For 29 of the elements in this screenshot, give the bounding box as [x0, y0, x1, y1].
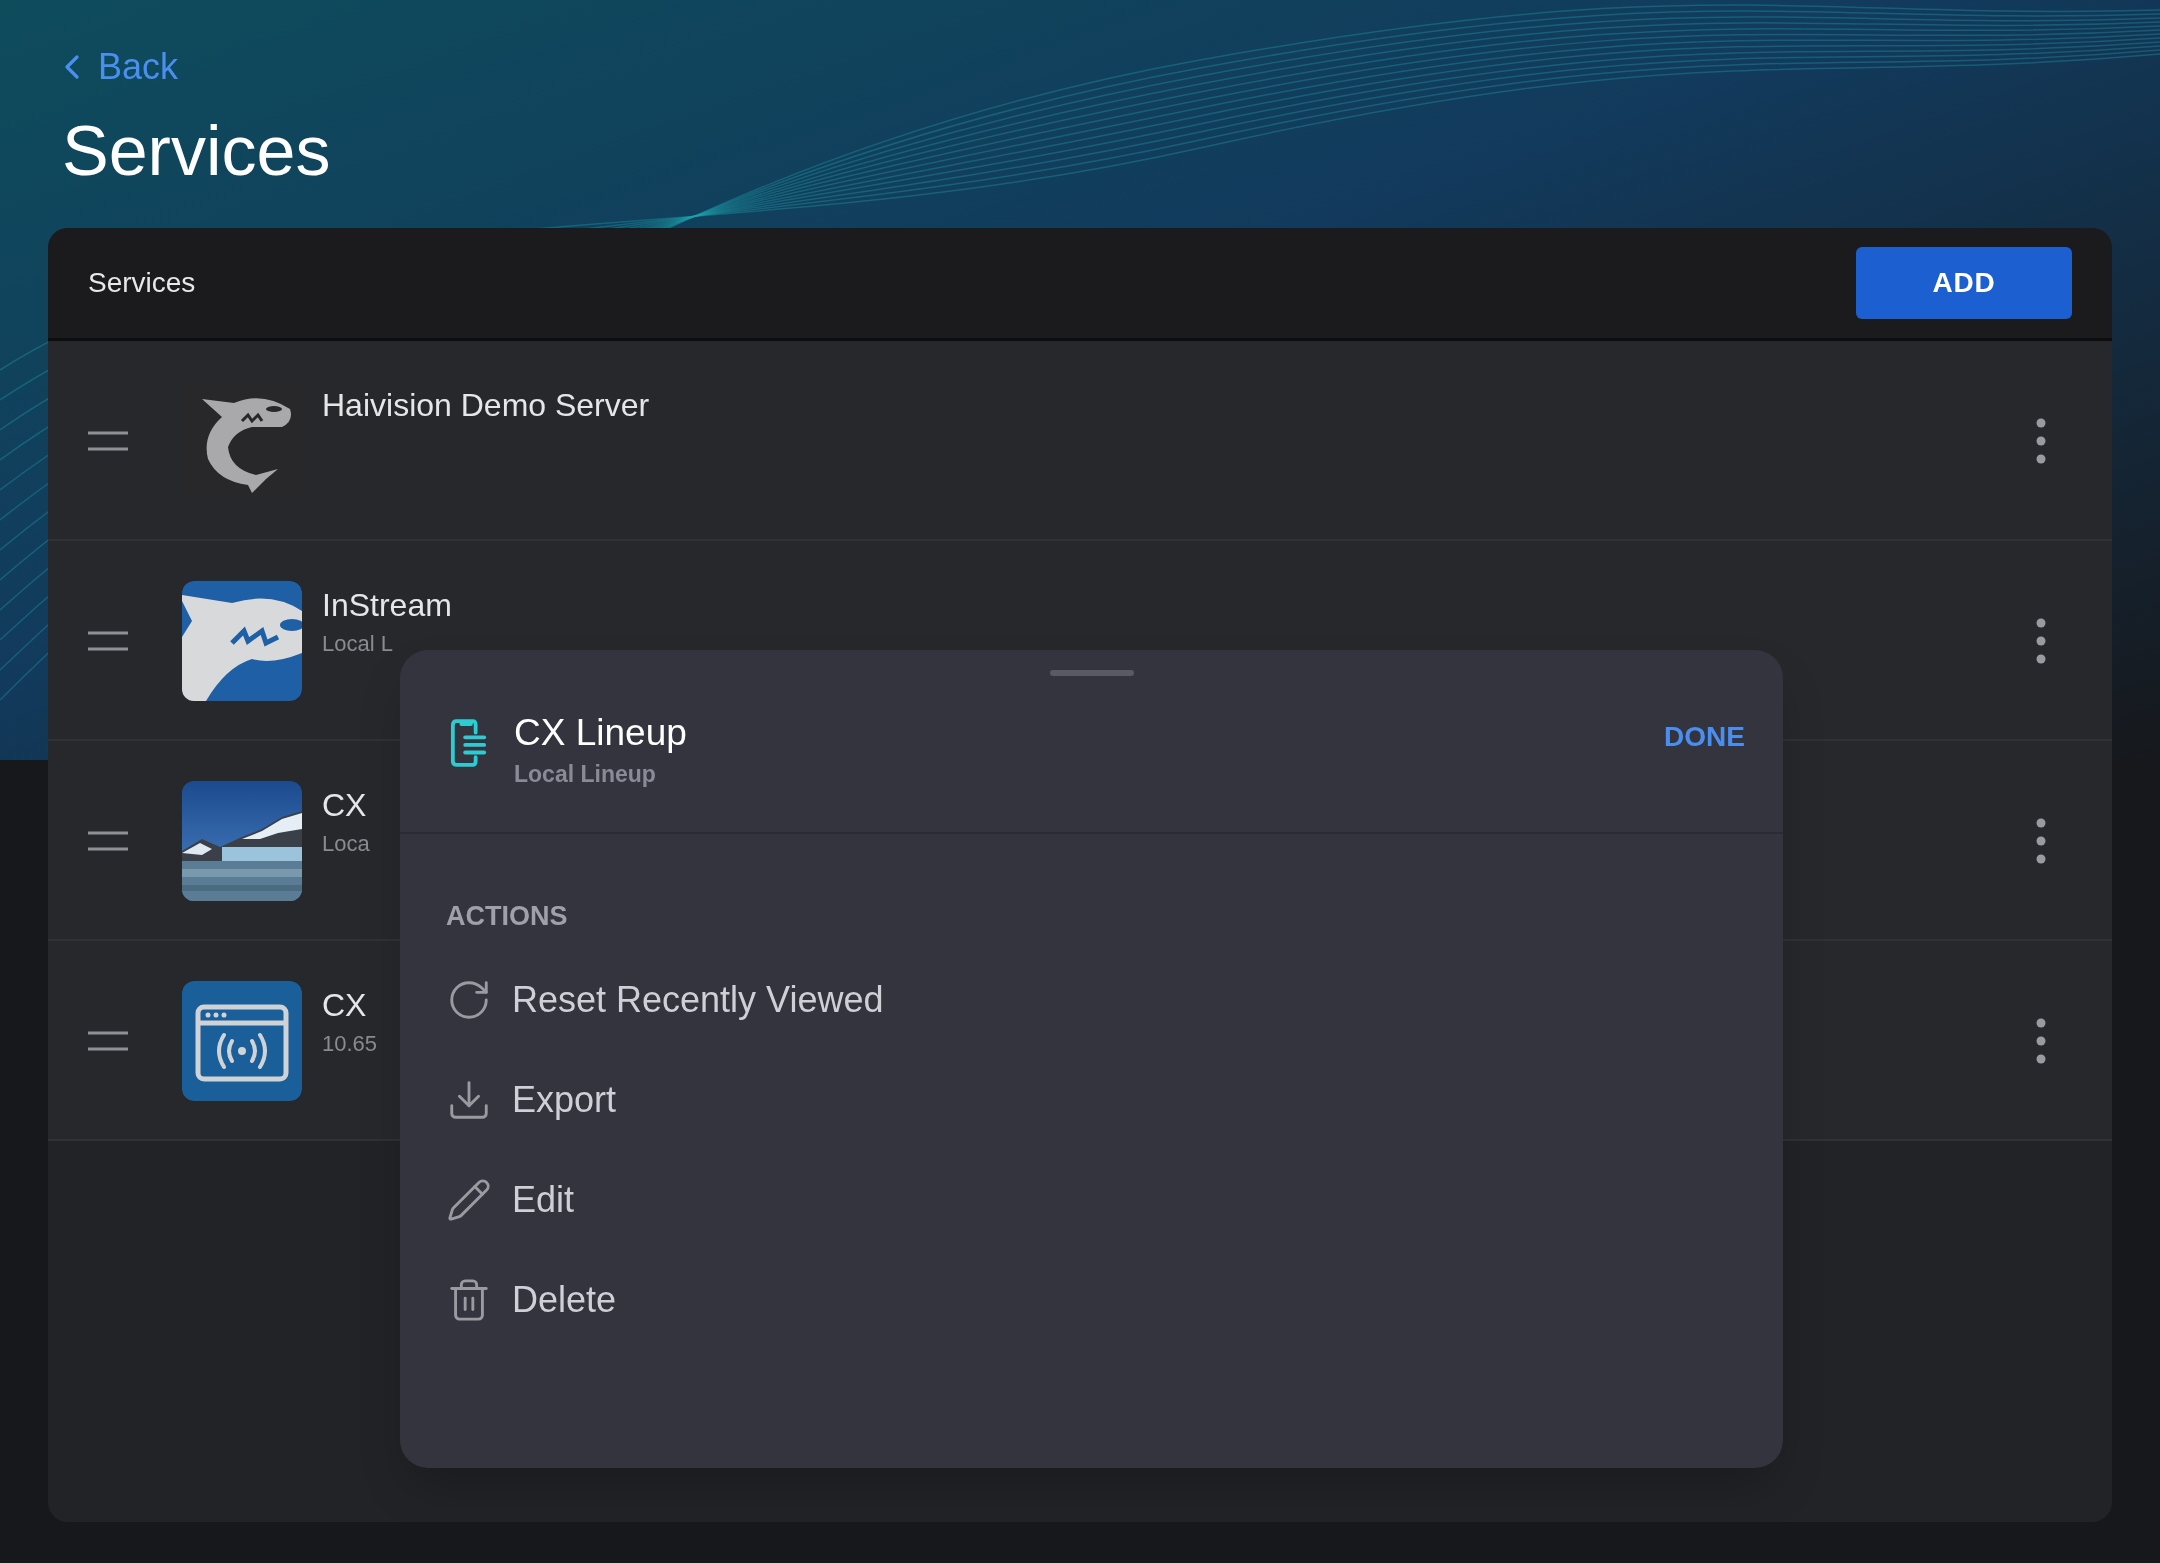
- service-detail: 10.65: [322, 1033, 378, 1055]
- more-options-icon[interactable]: [2036, 618, 2046, 664]
- drag-handle-icon[interactable]: [88, 431, 128, 451]
- drag-handle-icon[interactable]: [88, 1031, 128, 1051]
- page-title: Services: [62, 116, 331, 186]
- service-detail: Local L: [322, 633, 394, 655]
- panel-heading: Services: [88, 266, 196, 300]
- more-options-icon[interactable]: [2036, 1018, 2046, 1064]
- drag-handle-icon[interactable]: [88, 831, 128, 851]
- more-options-icon[interactable]: [2036, 818, 2046, 864]
- broadcast-window-icon: [182, 981, 302, 1101]
- action-item[interactable]: Edit: [446, 1176, 575, 1223]
- service-name: CX: [322, 789, 368, 821]
- action-item[interactable]: Export: [446, 1076, 617, 1123]
- sheet-subtitle: Local Lineup: [514, 763, 657, 786]
- shark-logo-icon: [182, 581, 302, 701]
- pencil-icon: [446, 1176, 492, 1223]
- action-item[interactable]: Reset Recently Viewed: [446, 976, 884, 1023]
- service-name: InStream: [322, 589, 452, 621]
- action-item[interactable]: Delete: [446, 1276, 617, 1323]
- add-button[interactable]: ADD: [1856, 247, 2072, 319]
- section-heading: ACTIONS: [446, 900, 568, 933]
- drag-handle-icon[interactable]: [88, 631, 128, 651]
- service-name: CX: [322, 989, 368, 1021]
- clipboard-list-icon: [450, 718, 488, 768]
- service-row[interactable]: Haivision Demo Server: [48, 341, 2112, 541]
- service-detail: Loca: [322, 833, 370, 855]
- more-options-icon[interactable]: [2036, 418, 2046, 464]
- service-name: Haivision Demo Server: [322, 389, 650, 421]
